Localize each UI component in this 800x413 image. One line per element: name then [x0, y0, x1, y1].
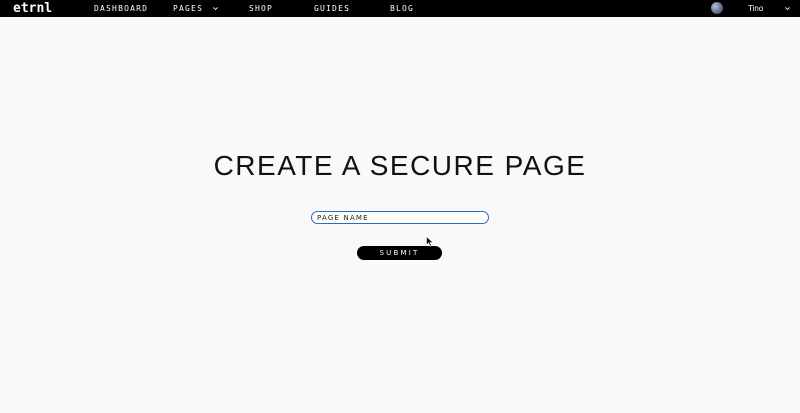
top-nav-bar: etrnl DASHBOARD PAGES SHOP GUIDES BLOG T…	[0, 0, 800, 17]
nav-shop[interactable]: SHOP	[249, 0, 273, 17]
logo[interactable]: etrnl	[13, 1, 52, 16]
page-name-input[interactable]	[311, 211, 489, 224]
nav-pages[interactable]: PAGES	[173, 0, 219, 17]
avatar[interactable]	[711, 2, 723, 14]
chevron-down-icon	[213, 7, 219, 11]
nav-guides[interactable]: GUIDES	[314, 0, 350, 17]
nav-blog[interactable]: BLOG	[390, 0, 414, 17]
mouse-cursor-icon	[426, 236, 434, 247]
chevron-down-icon[interactable]	[784, 5, 791, 12]
user-name[interactable]: Tino	[748, 0, 763, 17]
nav-pages-label: PAGES	[173, 4, 204, 13]
nav-dashboard[interactable]: DASHBOARD	[94, 0, 148, 17]
submit-button[interactable]: SUBMIT	[357, 246, 442, 260]
page-title: CREATE A SECURE PAGE	[213, 150, 587, 181]
